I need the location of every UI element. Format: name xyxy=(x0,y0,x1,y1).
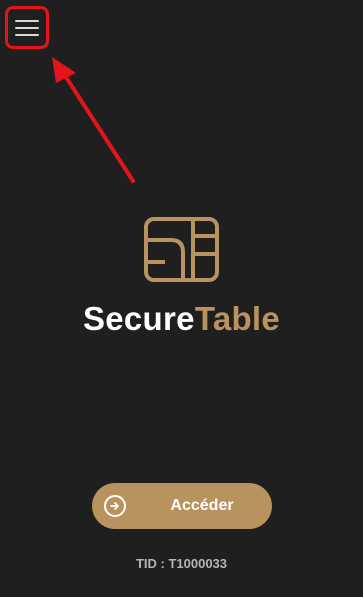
brand-name: SecureTable xyxy=(0,300,363,338)
access-button[interactable]: Accéder xyxy=(92,483,272,529)
brand-name-table: Table xyxy=(194,300,281,337)
terminal-id-text: TID : T1000033 xyxy=(135,556,228,571)
annotation-arrow xyxy=(52,57,135,183)
arrow-circle-right-icon xyxy=(104,495,126,517)
access-button-label: Accéder xyxy=(170,497,234,514)
chip-card-logo-icon xyxy=(144,217,219,282)
brand-name-secure: Secure xyxy=(82,300,195,337)
